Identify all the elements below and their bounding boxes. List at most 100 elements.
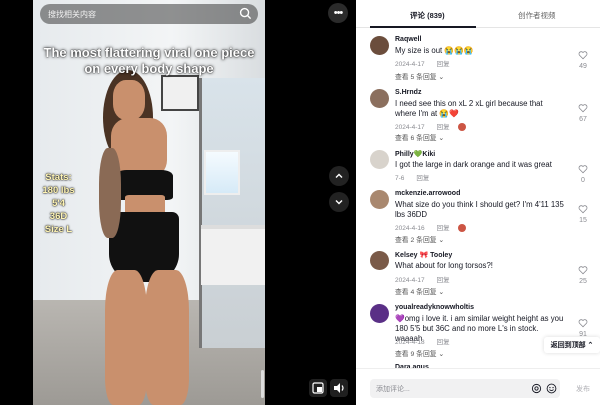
like-count: 49 [579, 63, 587, 70]
comment-meta: 2024-4-17 回复 [395, 274, 450, 284]
stats-line: 36D [49, 211, 68, 222]
comment-meta: 2024-4-16 回复 [395, 222, 466, 233]
comment-date: 2024-4-17 [395, 124, 425, 131]
reply-button[interactable]: 回复 [437, 277, 450, 284]
avatar[interactable] [370, 304, 389, 323]
comment-author[interactable]: youalreadyknowwholtis [395, 304, 474, 311]
like-count: 67 [579, 116, 587, 123]
active-tab-indicator [370, 26, 476, 28]
video-caption: The most flattering viral one piece on e… [43, 45, 255, 76]
video-window [204, 150, 240, 195]
chevron-down-icon [335, 200, 343, 205]
like-control[interactable]: 49 [576, 50, 590, 70]
comment-input-placeholder: 添加评论... [376, 386, 410, 393]
heart-icon [578, 266, 588, 275]
video-stats: Stats: 180 lbs 5'4 36D Size L [36, 171, 81, 236]
picture-in-picture-button[interactable] [309, 379, 327, 397]
comment-date: 2024-4-17 [395, 277, 425, 284]
volume-button[interactable] [330, 379, 348, 397]
heart-icon [578, 165, 588, 174]
avatar[interactable] [370, 190, 389, 209]
like-control[interactable]: 0 [576, 164, 590, 184]
view-replies-link[interactable]: 查看 2 条回复 ⌄ [395, 234, 444, 244]
tab-comments[interactable]: 评论 (839) [410, 10, 445, 21]
video-person [83, 70, 203, 405]
comment-item: Kelsey 🎀 Tooley What about for long tors… [370, 251, 590, 297]
next-video-button[interactable] [329, 192, 349, 212]
comment-item: mckenzie.arrowood What size do you think… [370, 190, 590, 244]
view-replies-link[interactable]: 查看 4 条回复 ⌄ [395, 286, 444, 296]
video-stage: 搜找相关内容 The most flattering viral one pie… [0, 0, 356, 405]
comment-text: I got the large in dark orange and it wa… [395, 160, 552, 169]
comment-author[interactable]: Kelsey 🎀 Tooley [395, 251, 452, 259]
tab-creator-videos[interactable]: 创作者视频 [518, 10, 556, 21]
back-to-top-button[interactable]: 返回到顶部 ⌃ [544, 337, 600, 353]
comment-text: My size is out 😭😭😭 [395, 46, 474, 55]
creator-liked-avatar [457, 123, 466, 132]
view-replies-link[interactable]: 查看 6 条回复 ⌄ [395, 132, 444, 142]
post-button[interactable]: 发布 [576, 384, 590, 394]
panel-tabs: 评论 (839) 创作者视频 [356, 0, 600, 28]
comment-author[interactable]: S.Hrndz [395, 89, 421, 96]
like-control[interactable]: 67 [576, 103, 590, 123]
avatar[interactable] [370, 36, 389, 55]
pip-icon [312, 382, 324, 394]
video-doorway [199, 78, 265, 348]
previous-video-button[interactable] [329, 166, 349, 186]
video-search-placeholder: 搜找相关内容 [48, 10, 96, 19]
comment-text: What size do you think I should get? I'm… [395, 200, 564, 219]
comment-date: 2024-4-17 [395, 61, 425, 68]
heart-icon [578, 319, 588, 328]
more-options-button[interactable]: ••• [328, 3, 348, 23]
comment-text: What about for long torsos?! [395, 261, 493, 270]
comment-item: youalreadyknowwholtis 💜omg i love it. i … [370, 304, 590, 362]
comment-meta: 2024-4-17 回复 [395, 121, 466, 132]
avatar[interactable] [370, 251, 389, 270]
comment-input-bar: 添加评论... 发布 [356, 368, 600, 405]
comment-date: 2024-4-16 [395, 225, 425, 232]
comment-item: S.Hrndz I need see this on xL 2 xL girl … [370, 89, 590, 147]
reply-button[interactable]: 回复 [437, 124, 450, 131]
comment-author[interactable]: Raqwell [395, 36, 421, 43]
stats-line: 180 lbs [42, 185, 75, 196]
video-bed [201, 225, 265, 285]
search-icon[interactable] [239, 7, 252, 20]
view-replies-link[interactable]: 查看 9 条回复 ⌄ [395, 348, 444, 358]
like-count: 0 [581, 177, 585, 184]
video-progress-bar[interactable] [261, 370, 264, 398]
comments-panel: 评论 (839) 创作者视频 Raqwell My size is out 😭😭… [356, 0, 600, 405]
comment-meta: 7-6 回复 [395, 172, 429, 182]
reply-button[interactable]: 回复 [437, 339, 450, 346]
mention-icon[interactable] [531, 383, 542, 394]
like-count: 25 [579, 278, 587, 285]
reply-button[interactable]: 回复 [416, 175, 429, 182]
view-replies-link[interactable]: 查看 5 条回复 ⌄ [395, 71, 444, 81]
like-control[interactable]: 25 [576, 265, 590, 285]
heart-icon [578, 104, 588, 113]
avatar[interactable] [370, 89, 389, 108]
creator-liked-avatar [457, 224, 466, 233]
heart-icon [578, 51, 588, 60]
like-count: 15 [579, 217, 587, 224]
comment-input[interactable]: 添加评论... [370, 379, 560, 398]
stats-line: Stats: [45, 172, 72, 183]
avatar[interactable] [370, 150, 389, 169]
reply-button[interactable]: 回复 [437, 61, 450, 68]
heart-icon [578, 205, 588, 214]
comment-text: I need see this on xL 2 xL girl because … [395, 99, 543, 118]
like-control[interactable]: 15 [576, 204, 590, 224]
stats-line: 5'4 [52, 198, 65, 209]
comment-meta: 2024-4-17 回复 [395, 58, 450, 68]
comment-item: Philly💚Kiki I got the large in dark oran… [370, 150, 590, 184]
comment-meta: 2024-4-18 回复 [395, 336, 450, 346]
stats-line: Size L [44, 224, 73, 235]
comment-item: Raqwell My size is out 😭😭😭 2024-4-17 回复 查… [370, 36, 590, 86]
speaker-icon [334, 383, 344, 393]
comment-date: 7-6 [395, 175, 405, 182]
reply-button[interactable]: 回复 [437, 225, 450, 232]
comment-author[interactable]: Philly💚Kiki [395, 150, 435, 158]
comment-author[interactable]: mckenzie.arrowood [395, 190, 460, 197]
chevron-up-icon [335, 173, 343, 178]
emoji-icon[interactable] [546, 383, 557, 394]
like-control[interactable]: 91 [576, 318, 590, 338]
